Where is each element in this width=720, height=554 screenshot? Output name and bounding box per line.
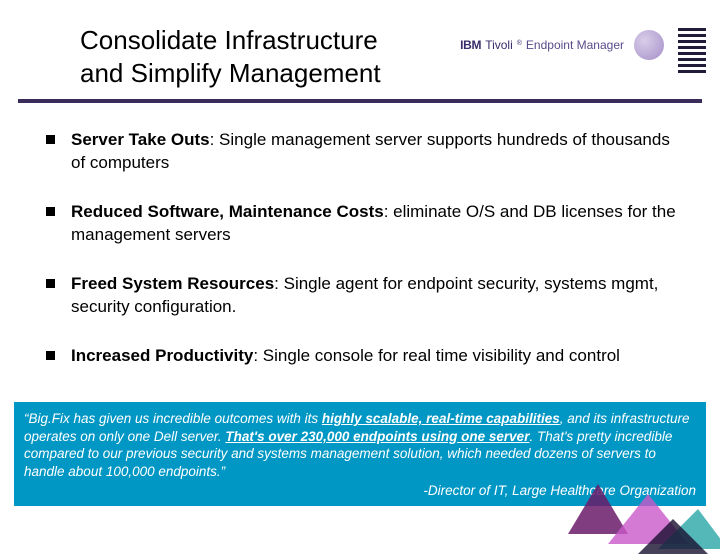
bullet-bold: Freed System Resources (71, 274, 274, 293)
title-line-2: and Simplify Management (80, 58, 381, 88)
bullet-text: Freed System Resources: Single agent for… (71, 273, 680, 319)
list-item: Increased Productivity: Single console f… (46, 345, 680, 368)
content-area: Server Take Outs: Single management serv… (0, 103, 720, 368)
bullet-icon (46, 207, 55, 216)
brand-block: IBM Tivoli ® Endpoint Manager (460, 30, 664, 60)
planet-icon (634, 30, 664, 60)
bullet-bold: Increased Productivity (71, 346, 253, 365)
bullet-text: Increased Productivity: Single console f… (71, 345, 620, 368)
bullet-text: Reduced Software, Maintenance Costs: eli… (71, 201, 680, 247)
quote-part: “Big.Fix has given us incredible outcome… (24, 411, 322, 426)
brand-ibm: IBM (460, 38, 481, 52)
header: Consolidate Infrastructure and Simplify … (0, 0, 720, 89)
title-line-1: Consolidate Infrastructure (80, 25, 378, 55)
brand-product: Endpoint Manager (526, 38, 624, 52)
list-item: Reduced Software, Maintenance Costs: eli… (46, 201, 680, 247)
bullet-icon (46, 135, 55, 144)
bullet-bold: Server Take Outs (71, 130, 210, 149)
brand-text: IBM Tivoli ® Endpoint Manager (460, 38, 624, 52)
quote-box: “Big.Fix has given us incredible outcome… (14, 402, 706, 506)
bullet-icon (46, 279, 55, 288)
quote-underline: That's over 230,000 endpoints using one … (225, 429, 529, 444)
slide-title: Consolidate Infrastructure and Simplify … (80, 24, 420, 89)
ibm-logo-icon (678, 28, 706, 73)
bullet-icon (46, 351, 55, 360)
bullet-text: Server Take Outs: Single management serv… (71, 129, 680, 175)
list-item: Server Take Outs: Single management serv… (46, 129, 680, 175)
quote-underline: highly scalable, real-time capabilities (322, 411, 560, 426)
quote-attribution: -Director of IT, Large Healthcare Organi… (24, 482, 696, 500)
list-item: Freed System Resources: Single agent for… (46, 273, 680, 319)
brand-tivoli: Tivoli (485, 38, 513, 52)
bullet-bold: Reduced Software, Maintenance Costs (71, 202, 384, 221)
bullet-rest: : Single console for real time visibilit… (253, 346, 620, 365)
brand-registered: ® (517, 40, 522, 47)
